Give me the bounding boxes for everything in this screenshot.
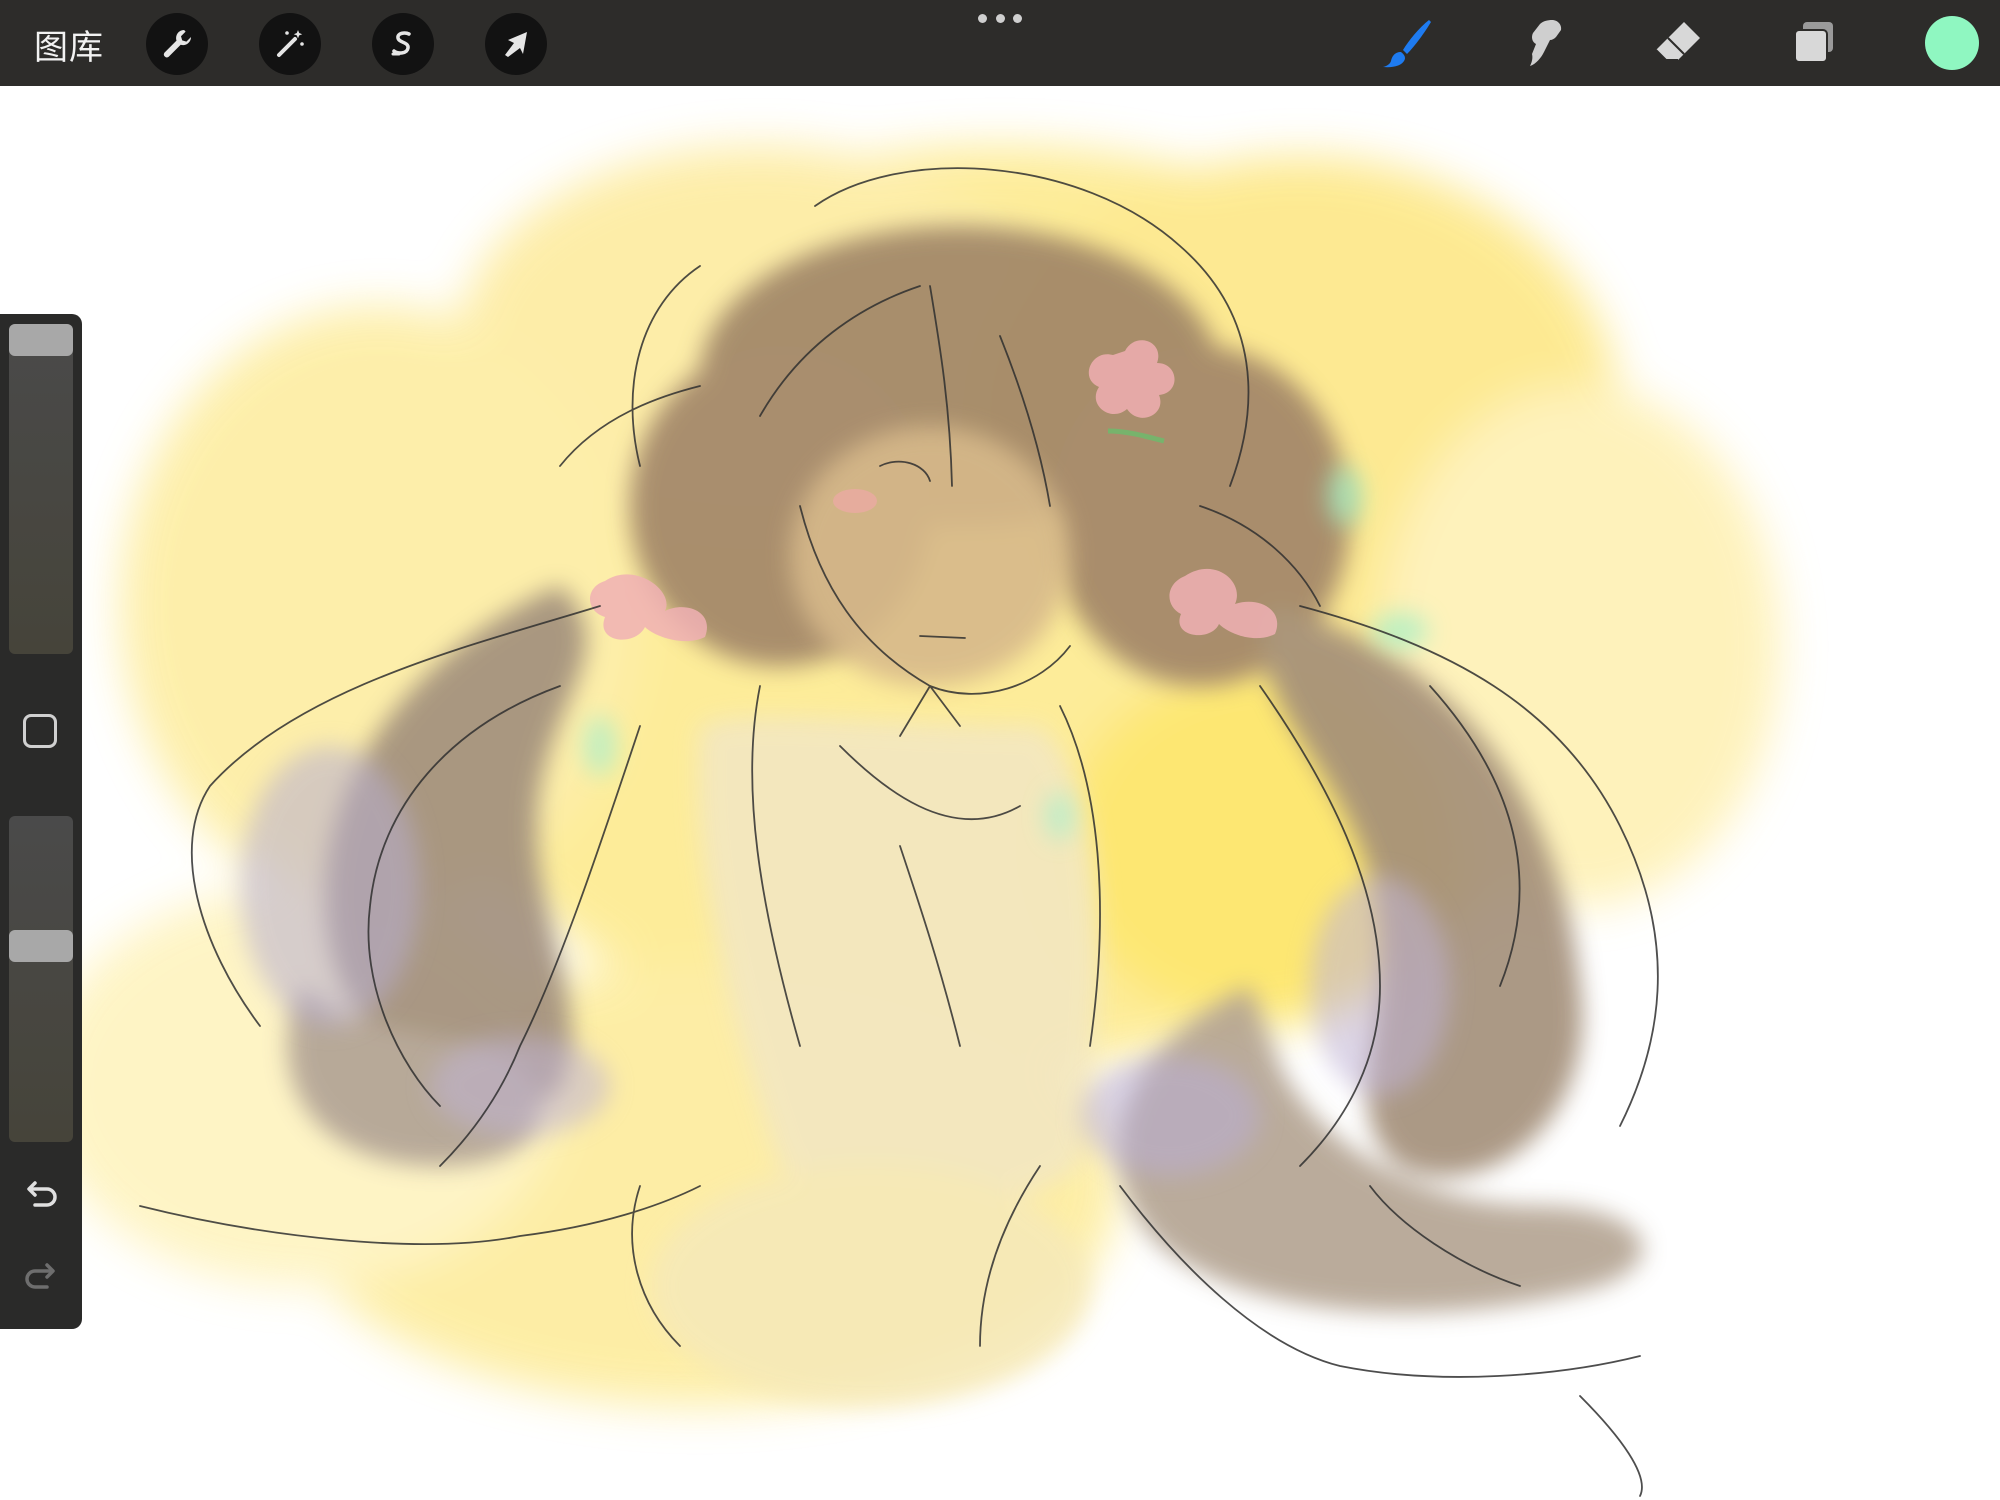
smudge-tool-button[interactable] <box>1512 14 1572 74</box>
undo-button[interactable] <box>20 1174 62 1216</box>
transform-button[interactable] <box>485 13 547 75</box>
color-swatch-button[interactable] <box>1925 16 1979 70</box>
redo-button[interactable] <box>20 1256 62 1298</box>
wrench-icon <box>163 30 192 58</box>
eraser-icon <box>1655 22 1700 61</box>
brush-size-slider[interactable] <box>9 324 73 654</box>
layers-icon <box>1794 22 1833 63</box>
smudge-icon <box>1530 20 1562 66</box>
opacity-slider[interactable] <box>9 816 73 1142</box>
adjustments-button[interactable] <box>259 13 321 75</box>
gallery-button[interactable]: 图库 <box>34 20 104 69</box>
selection-button[interactable] <box>372 13 434 75</box>
redo-icon <box>25 1263 55 1289</box>
brush-icon <box>1383 20 1431 68</box>
modify-square-icon[interactable] <box>23 714 57 748</box>
actions-button[interactable] <box>146 13 208 75</box>
transform-arrow-icon <box>505 32 527 57</box>
brush-size-slider-thumb[interactable] <box>9 324 73 356</box>
brush-tool-button[interactable] <box>1377 14 1437 74</box>
eraser-tool-button[interactable] <box>1648 14 1708 74</box>
drawing-canvas[interactable] <box>0 86 2000 1500</box>
more-options-icon[interactable] <box>978 14 1022 26</box>
opacity-slider-thumb[interactable] <box>9 930 73 962</box>
magic-wand-icon <box>277 30 304 57</box>
undo-icon <box>27 1181 57 1207</box>
selection-s-icon <box>391 31 411 56</box>
top-toolbar: 图库 <box>0 0 2000 86</box>
left-sidebar <box>0 314 82 1329</box>
layers-tool-button[interactable] <box>1785 14 1845 74</box>
